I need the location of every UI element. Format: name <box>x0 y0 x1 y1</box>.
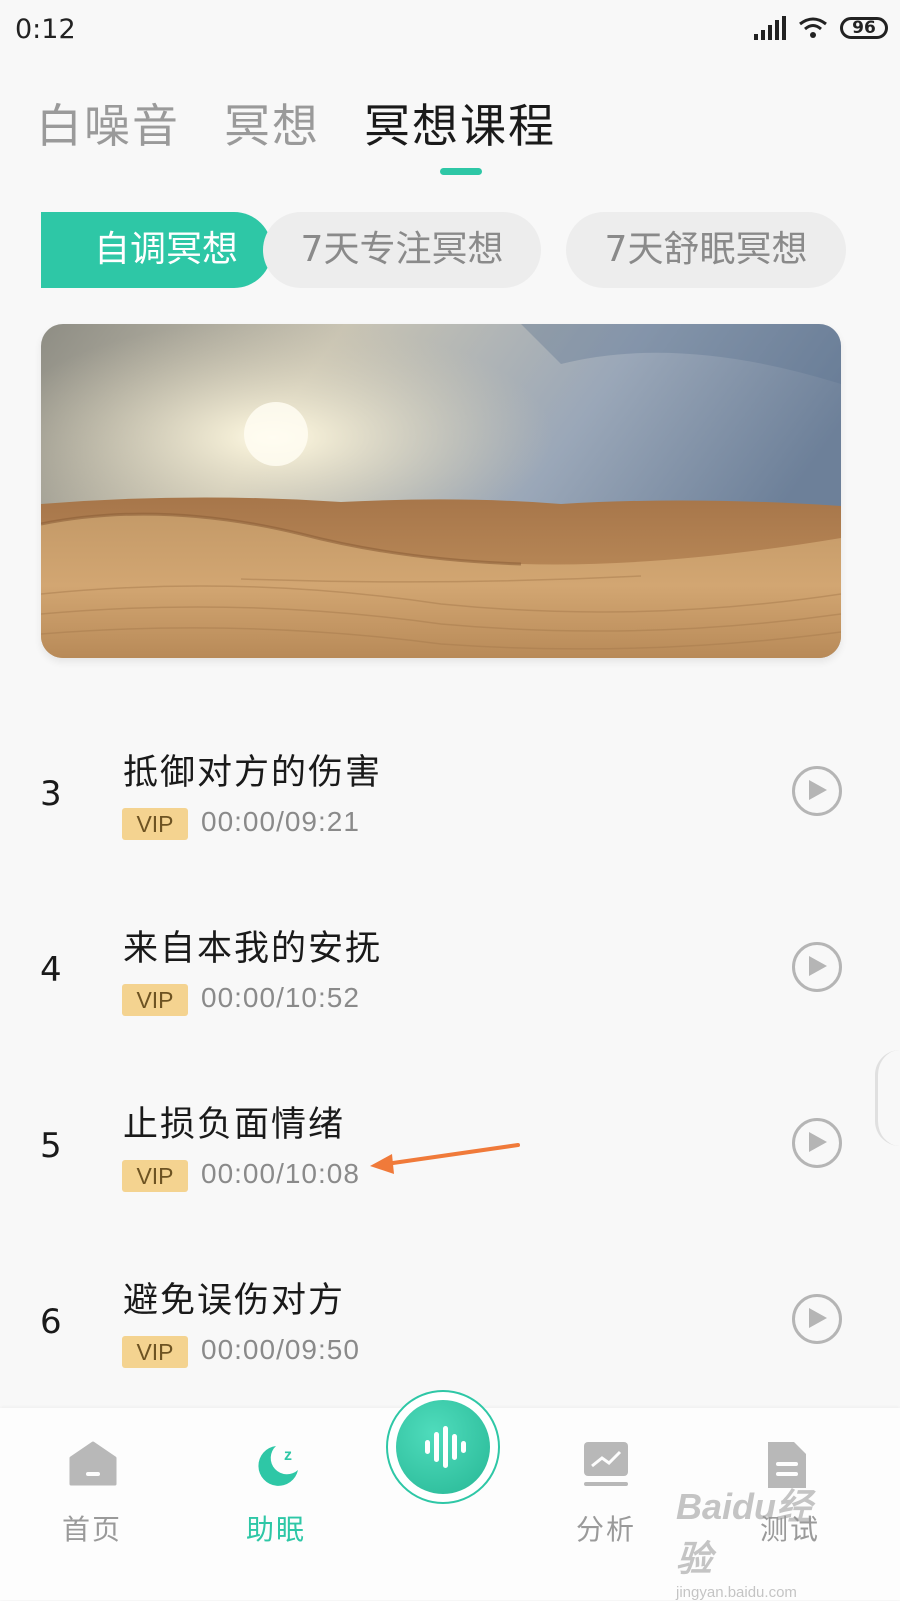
vip-badge: VIP <box>122 1160 188 1192</box>
track-number: 4 <box>40 950 62 990</box>
play-icon <box>809 1132 827 1152</box>
tab-meditation-course[interactable]: 冥想课程 <box>364 96 556 156</box>
play-icon <box>809 780 827 800</box>
play-icon <box>809 956 827 976</box>
vip-badge: VIP <box>122 808 188 840</box>
play-button[interactable] <box>792 766 842 816</box>
tab-white-noise[interactable]: 白噪音 <box>36 96 180 156</box>
chip-7day-focus[interactable]: 7天专注冥想 <box>263 212 541 288</box>
category-chips: 自调冥想 7天专注冥想 7天舒眠冥想 <box>41 212 900 290</box>
top-tabs: 白噪音 冥想 冥想课程 <box>36 96 556 156</box>
tab-meditation[interactable]: 冥想 <box>224 96 320 156</box>
status-time: 0:12 <box>15 14 76 45</box>
watermark-brand: Baidu经验 <box>676 1486 813 1579</box>
battery-level: 96 <box>852 18 876 38</box>
annotation-arrow-icon <box>370 1143 520 1174</box>
track-title: 来自本我的安抚 <box>123 929 383 969</box>
play-button[interactable] <box>792 1118 842 1168</box>
sound-wave-icon <box>425 1426 466 1468</box>
list-item[interactable]: 3 抵御对方的伤害 VIP 00:00/09:21 <box>0 700 900 876</box>
track-duration: 00:00/10:52 <box>201 982 360 1013</box>
track-duration: 00:00/10:08 <box>201 1158 360 1189</box>
track-duration: 00:00/09:50 <box>201 1334 360 1365</box>
list-item[interactable]: 4 来自本我的安抚 VIP 00:00/10:52 <box>0 876 900 1052</box>
track-number: 5 <box>40 1126 62 1166</box>
play-icon <box>809 1308 827 1328</box>
vip-badge: VIP <box>122 984 188 1016</box>
side-drawer-handle[interactable] <box>875 1050 900 1146</box>
watermark-url: jingyan.baidu.com <box>676 1584 797 1601</box>
watermark: Baidu经验 jingyan.baidu.com <box>676 1478 846 1601</box>
nav-label: 首页 <box>61 1513 122 1546</box>
nav-label: 分析 <box>575 1513 636 1546</box>
track-title: 抵御对方的伤害 <box>123 753 383 793</box>
chip-7day-sleep[interactable]: 7天舒眠冥想 <box>566 212 846 288</box>
status-icons: 96 <box>752 16 888 40</box>
battery-icon: 96 <box>840 17 888 39</box>
list-item[interactable]: 6 避免误伤对方 VIP 00:00/09:50 <box>0 1228 900 1404</box>
vip-badge: VIP <box>122 1336 188 1368</box>
track-number: 3 <box>40 774 62 814</box>
nav-label: 助眠 <box>245 1513 306 1546</box>
track-duration: 00:00/09:21 <box>201 806 360 837</box>
track-title: 止损负面情绪 <box>123 1105 346 1145</box>
chart-icon <box>584 1442 628 1486</box>
list-item[interactable]: 5 止损负面情绪 VIP 00:00/10:08 <box>0 1052 900 1228</box>
tab-indicator <box>440 168 482 175</box>
play-button[interactable] <box>792 942 842 992</box>
wifi-icon <box>799 17 827 38</box>
status-bar: 0:12 96 <box>0 0 900 62</box>
signal-icon <box>754 16 786 40</box>
home-icon <box>69 1441 117 1486</box>
center-voice-button[interactable] <box>386 1390 500 1504</box>
desert-banner-image[interactable] <box>41 324 841 658</box>
moon-icon: z <box>258 1446 298 1486</box>
center-voice-button-inner <box>396 1400 490 1494</box>
track-title: 避免误伤对方 <box>123 1281 346 1321</box>
track-number: 6 <box>40 1302 62 1342</box>
svg-text:z: z <box>284 1447 292 1464</box>
play-button[interactable] <box>792 1294 842 1344</box>
desert-sunset-image <box>41 324 841 658</box>
chip-self-meditation[interactable]: 自调冥想 <box>41 212 272 288</box>
